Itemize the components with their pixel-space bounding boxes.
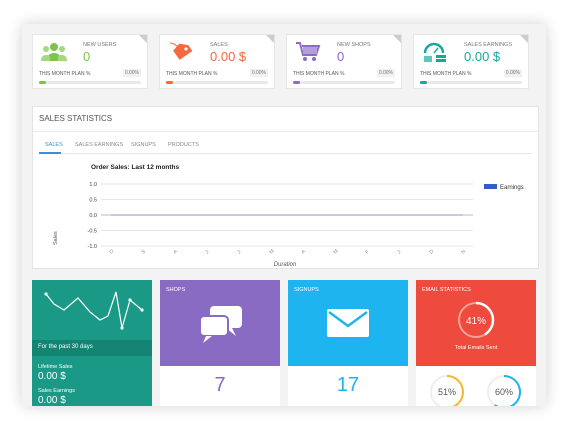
x-tick-label: A xyxy=(300,248,307,255)
legend-label: Earnings xyxy=(500,185,524,191)
y-tick-label: 0.0 xyxy=(89,213,97,219)
shops-card[interactable]: SHOPS 7 xyxy=(160,280,280,406)
tab-products[interactable]: PRODUCTS xyxy=(168,142,199,148)
plan-label: THIS MONTH PLAN % xyxy=(39,71,91,77)
plan-percent: 0.00% xyxy=(376,69,395,77)
x-tick-label: J xyxy=(396,249,402,256)
x-tick-label: D xyxy=(428,248,435,255)
sales-earnings-value: 0.00 $ xyxy=(38,395,66,406)
rate-2-value: 60% xyxy=(494,387,513,397)
tab-bar: SALES SALES EARNINGS SIGNUPS PRODUCTS xyxy=(39,140,532,154)
stat-value: 0.00 $ xyxy=(464,49,501,64)
shopping-cart-icon xyxy=(296,42,321,61)
sales-statistics-panel: SALES STATISTICS SALES SALES EARNINGS SI… xyxy=(32,106,539,269)
envelope-icon xyxy=(327,309,369,337)
legend-swatch xyxy=(484,184,497,189)
chart-title: Order Sales: Last 12 months xyxy=(91,164,180,171)
stat-label: NEW SHOPS xyxy=(337,42,371,48)
corner-fold xyxy=(393,35,401,43)
stat-label: NEW USERS xyxy=(83,42,117,48)
stat-value: 0 xyxy=(337,49,345,64)
plan-progress xyxy=(39,81,141,84)
stat-label: SALES EARNINGS xyxy=(464,42,512,48)
corner-fold xyxy=(139,35,147,43)
x-tick-label: M xyxy=(332,248,339,255)
x-tick-label: J xyxy=(236,249,242,256)
corner-fold xyxy=(520,35,528,43)
plan-percent: 0.00% xyxy=(122,69,141,77)
stat-value: 0 xyxy=(83,49,91,64)
divider xyxy=(33,131,538,132)
past-30-days-card: For the past 30 days Lifetime Sales 0.00… xyxy=(32,280,152,406)
past-30-days-caption: For the past 30 days xyxy=(38,344,93,350)
stat-new-shops[interactable]: NEW SHOPS 0 THIS MONTH PLAN % 0.00% xyxy=(286,34,402,89)
emails-sent-percent: 41% xyxy=(465,316,486,327)
x-tick-label: O xyxy=(108,248,115,255)
y-tick-label: 0.5 xyxy=(89,198,97,204)
plan-label: THIS MONTH PLAN % xyxy=(166,71,218,77)
y-tick-label: -1.0 xyxy=(88,244,97,250)
sales-chart: Order Sales: Last 12 months Sales Durati… xyxy=(53,164,524,268)
lifetime-sales-value: 0.00 $ xyxy=(38,371,66,382)
panel-title: SALES STATISTICS xyxy=(39,114,113,123)
x-axis-label: Duration xyxy=(274,262,297,268)
y-tick-label: 1.0 xyxy=(89,182,97,188)
plan-progress xyxy=(166,81,268,84)
corner-fold xyxy=(266,35,274,43)
lifetime-sales-label: Lifetime Sales xyxy=(38,364,73,370)
y-axis-label: Sales xyxy=(53,231,59,245)
signups-card-header: SIGNUPS xyxy=(288,280,408,366)
x-tick-label: J xyxy=(204,249,210,256)
signups-count: 17 xyxy=(336,374,360,396)
plan-label: THIS MONTH PLAN % xyxy=(420,71,472,77)
tab-sales-earnings[interactable]: SALES EARNINGS xyxy=(75,142,123,148)
plan-percent: 0.00% xyxy=(503,69,522,77)
x-tick-label: A xyxy=(172,248,179,255)
shops-count: 7 xyxy=(214,374,226,396)
x-tick-label: M xyxy=(268,248,275,255)
x-tick-label: N xyxy=(460,248,467,255)
money-gauge-icon xyxy=(423,42,446,62)
stat-sales[interactable]: SALES 0.00 $ THIS MONTH PLAN % 0.00% xyxy=(159,34,275,89)
tab-signups[interactable]: SIGNUPS xyxy=(131,142,156,148)
chat-bubbles-icon xyxy=(199,306,242,343)
dashboard-frame: NEW USERS 0 THIS MONTH PLAN % 0.00% SALE… xyxy=(22,24,546,406)
plan-progress xyxy=(293,81,395,84)
email-title: EMAIL STATISTICS xyxy=(422,287,471,293)
stat-label: SALES xyxy=(210,42,228,48)
emails-sent-label: Total Emails Sent xyxy=(454,345,498,351)
active-tab-indicator xyxy=(39,152,61,154)
signups-title: SIGNUPS xyxy=(294,287,319,293)
sales-earnings-label: Sales Earnings xyxy=(38,388,75,394)
stat-value: 0.00 $ xyxy=(210,49,247,64)
plan-progress xyxy=(420,81,522,84)
email-statistics-card: EMAIL STATISTICS 41% Total Emails Sent 5… xyxy=(416,280,536,406)
users-icon xyxy=(41,43,67,61)
sparkline xyxy=(44,291,144,330)
x-tick-label: S xyxy=(140,248,147,255)
signups-card[interactable]: SIGNUPS 17 xyxy=(288,280,408,406)
x-tick-label: F xyxy=(364,249,370,256)
email-card-header: EMAIL STATISTICS 41% Total Emails Sent xyxy=(416,280,536,366)
y-tick-label: -0.5 xyxy=(88,229,97,235)
stat-new-users[interactable]: NEW USERS 0 THIS MONTH PLAN % 0.00% xyxy=(32,34,148,89)
price-tag-icon xyxy=(169,42,193,60)
shops-card-header: SHOPS xyxy=(160,280,280,366)
caption-strip: For the past 30 days xyxy=(32,340,152,356)
shops-title: SHOPS xyxy=(166,287,186,293)
tab-sales[interactable]: SALES xyxy=(45,142,63,148)
stat-sales-earnings[interactable]: SALES EARNINGS 0.00 $ THIS MONTH PLAN % … xyxy=(413,34,529,89)
plan-label: THIS MONTH PLAN % xyxy=(293,71,345,77)
rate-1-value: 51% xyxy=(437,387,456,397)
plan-percent: 0.00% xyxy=(249,69,268,77)
